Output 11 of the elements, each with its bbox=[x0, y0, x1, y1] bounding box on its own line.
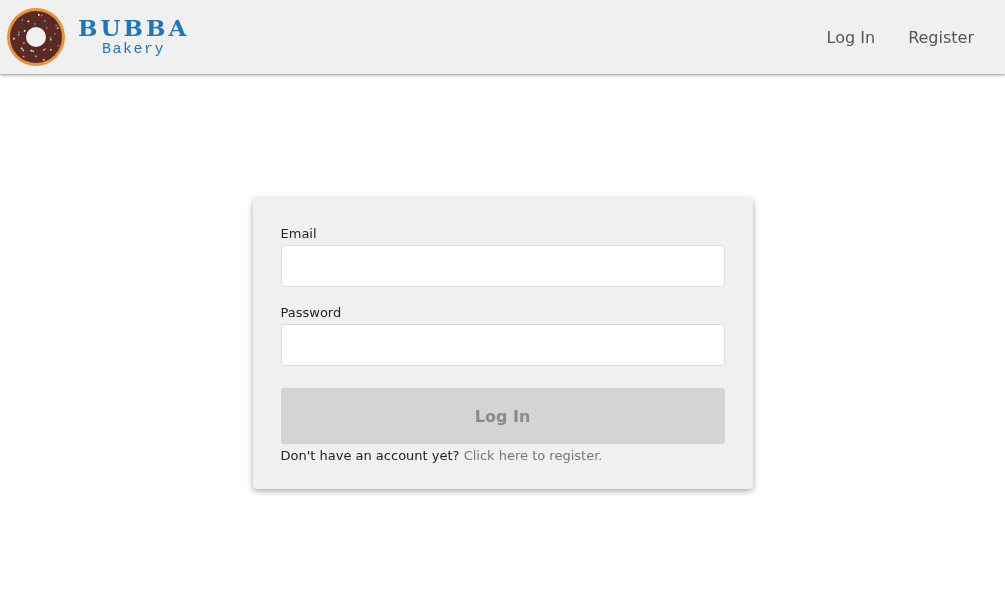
nav-link[interactable]: Register bbox=[908, 27, 974, 47]
field-label: Email bbox=[280, 226, 318, 241]
nav-link[interactable]: Log In bbox=[826, 27, 876, 47]
input-field[interactable] bbox=[280, 324, 725, 366]
brand-subtitle: Bakery bbox=[102, 41, 166, 59]
register-link[interactable]: Click here to register. bbox=[463, 448, 603, 463]
input-field[interactable] bbox=[280, 245, 725, 287]
brand-name: BUBBA bbox=[78, 15, 190, 41]
field-label: Password bbox=[280, 305, 343, 320]
donut-logo-icon bbox=[6, 7, 66, 67]
register-prompt: Don't have an account yet? bbox=[280, 448, 460, 463]
